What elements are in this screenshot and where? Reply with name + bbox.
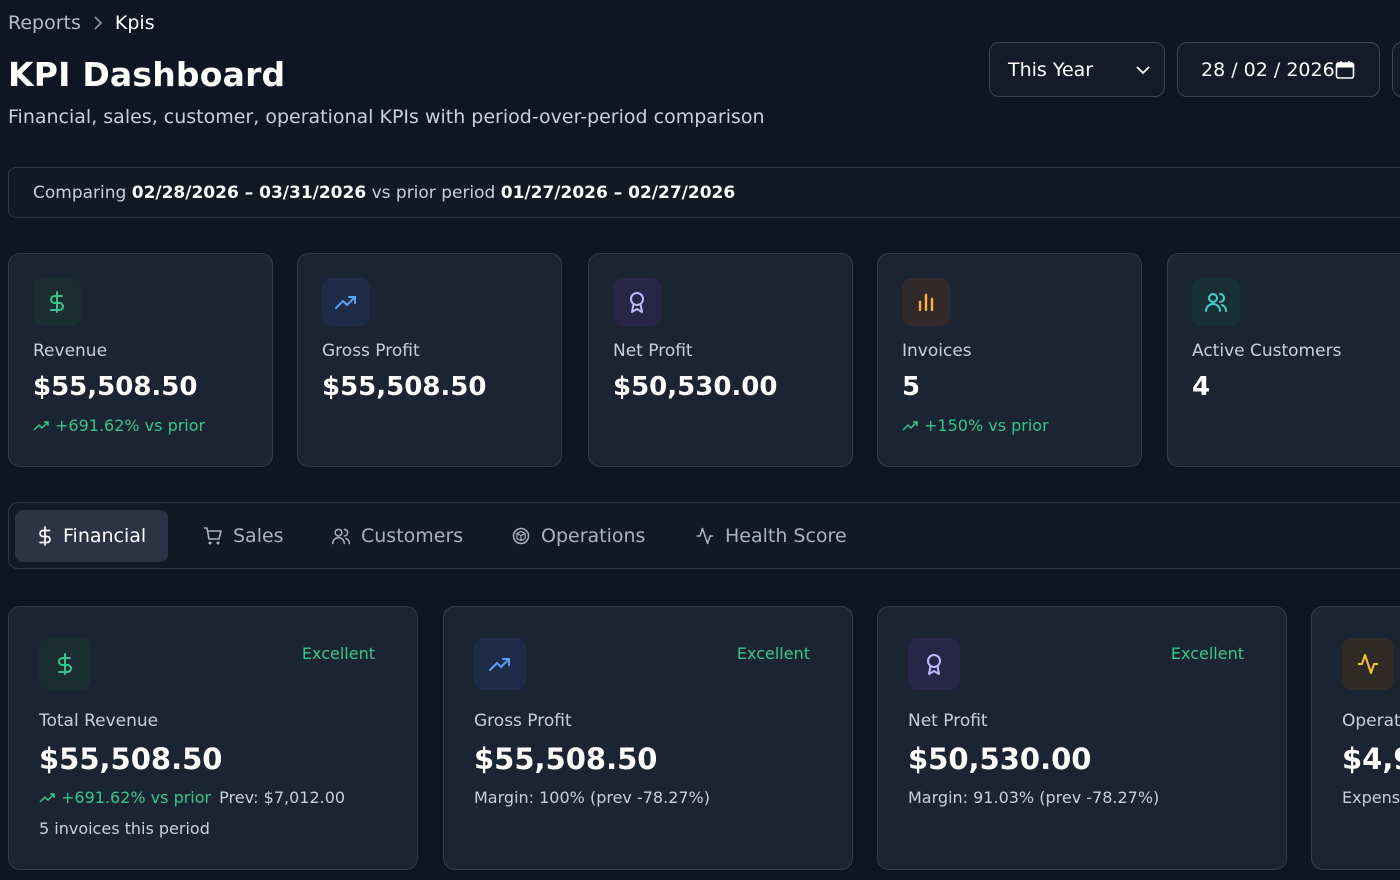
breadcrumb-current: Kpis xyxy=(114,12,155,34)
detail-card-note: 5 invoices this period xyxy=(39,819,210,838)
detail-card-meta: +691.62% vs prior Prev: $7,012.00 xyxy=(39,788,345,807)
kpi-tab-bar: Financial Sales Customers Operations Hea… xyxy=(8,502,1400,569)
trending-up-icon xyxy=(39,792,55,804)
cart-icon xyxy=(203,526,223,546)
detail-card-gross-profit: Excellent Gross Profit $55,508.50 Margin… xyxy=(443,606,853,870)
summary-card-revenue: Revenue $55,508.50 +691.62% vs prior xyxy=(8,253,273,467)
chevron-right-icon xyxy=(93,16,103,30)
period-select-value: This Year xyxy=(1008,58,1094,81)
summary-card-active-customers: Active Customers 4 xyxy=(1167,253,1400,467)
summary-card-delta-text: +150% vs prior xyxy=(924,416,1049,435)
box-icon xyxy=(511,526,531,546)
rating-badge: Excellent xyxy=(301,644,375,663)
calendar-icon[interactable] xyxy=(1335,60,1355,80)
breadcrumb-reports-link[interactable]: Reports xyxy=(8,12,81,34)
summary-card-value: $50,530.00 xyxy=(613,372,778,402)
tab-label: Sales xyxy=(233,525,284,547)
tab-label: Financial xyxy=(63,525,147,547)
rating-badge: Excellent xyxy=(1170,644,1244,663)
comparison-banner: Comparing 02/28/2026 – 03/31/2026 vs pri… xyxy=(8,167,1400,218)
comparison-prior-range: 01/27/2026 – 02/27/2026 xyxy=(500,182,736,203)
breadcrumb: Reports Kpis xyxy=(8,12,155,34)
comparison-current-range: 02/28/2026 – 03/31/2026 xyxy=(131,182,367,203)
detail-card-value: $55,508.50 xyxy=(39,742,223,776)
trending-up-icon xyxy=(474,638,526,690)
detail-card-delta-text: +691.62% vs prior xyxy=(61,788,212,807)
detail-card-value: $50,530.00 xyxy=(908,742,1092,776)
detail-card-value: $55,508.50 xyxy=(474,742,658,776)
tab-operations[interactable]: Operations xyxy=(489,510,667,562)
summary-card-label: Net Profit xyxy=(613,341,693,361)
period-select[interactable]: This Year xyxy=(989,42,1165,97)
dollar-icon xyxy=(33,278,81,326)
users-icon xyxy=(331,526,351,546)
tab-label: Customers xyxy=(361,525,464,547)
summary-card-invoices: Invoices 5 +150% vs prior xyxy=(877,253,1142,467)
date-input[interactable]: 28 / 02 / 2026 xyxy=(1177,42,1380,97)
activity-icon xyxy=(1342,638,1394,690)
trending-up-icon xyxy=(33,420,49,432)
date-input-value: 28 / 02 / 2026 xyxy=(1201,58,1335,81)
summary-card-value: $55,508.50 xyxy=(33,372,198,402)
bar-chart-icon xyxy=(902,278,950,326)
summary-card-value: 4 xyxy=(1192,372,1211,402)
award-icon xyxy=(908,638,960,690)
tab-financial[interactable]: Financial xyxy=(15,510,169,562)
detail-card-total-revenue: Excellent Total Revenue $55,508.50 +691.… xyxy=(8,606,418,870)
activity-icon xyxy=(695,526,715,546)
tab-label: Operations xyxy=(541,525,646,547)
summary-card-delta: +150% vs prior xyxy=(902,416,1049,435)
tab-health-score[interactable]: Health Score xyxy=(673,510,869,562)
summary-card-value: $55,508.50 xyxy=(322,372,487,402)
detail-card-label: Operati xyxy=(1342,711,1400,731)
summary-card-value: 5 xyxy=(902,372,921,402)
detail-card-margin: Expens xyxy=(1342,788,1400,807)
summary-card-delta: +691.62% vs prior xyxy=(33,416,205,435)
comparison-middle: vs prior period xyxy=(371,182,496,203)
detail-card-value: $4,9 xyxy=(1342,742,1400,776)
detail-card-margin: Margin: 91.03% (prev -78.27%) xyxy=(908,788,1160,807)
comparison-prefix: Comparing xyxy=(33,182,127,203)
tab-customers[interactable]: Customers xyxy=(309,510,485,562)
kpi-dashboard-page: Reports Kpis KPI Dashboard Financial, sa… xyxy=(0,0,1400,880)
award-icon xyxy=(613,278,661,326)
chevron-down-icon xyxy=(1136,65,1150,75)
trending-up-icon xyxy=(902,420,918,432)
page-subtitle: Financial, sales, customer, operational … xyxy=(8,106,765,128)
detail-card-label: Total Revenue xyxy=(39,711,159,731)
detail-card-operating-expenses: Operati $4,9 Expens xyxy=(1311,606,1400,870)
page-title: KPI Dashboard xyxy=(8,55,286,94)
summary-card-label: Revenue xyxy=(33,341,108,361)
summary-card-net-profit: Net Profit $50,530.00 xyxy=(588,253,853,467)
users-icon xyxy=(1192,278,1240,326)
summary-card-label: Gross Profit xyxy=(322,341,420,361)
detail-card-prev: Prev: $7,012.00 xyxy=(219,788,346,807)
detail-card-label: Gross Profit xyxy=(474,711,572,731)
toolbar-extra-button[interactable] xyxy=(1392,42,1400,97)
rating-badge: Excellent xyxy=(736,644,810,663)
dollar-icon xyxy=(37,526,53,546)
detail-card-label: Net Profit xyxy=(908,711,988,731)
summary-card-delta-text: +691.62% vs prior xyxy=(55,416,206,435)
summary-card-label: Invoices xyxy=(902,341,972,361)
detail-card-delta: +691.62% vs prior xyxy=(39,788,211,807)
summary-card-label: Active Customers xyxy=(1192,341,1342,361)
trending-up-icon xyxy=(322,278,370,326)
detail-card-net-profit: Excellent Net Profit $50,530.00 Margin: … xyxy=(877,606,1287,870)
detail-card-margin: Margin: 100% (prev -78.27%) xyxy=(474,788,710,807)
summary-card-gross-profit: Gross Profit $55,508.50 xyxy=(297,253,562,467)
tab-label: Health Score xyxy=(725,525,847,547)
dollar-icon xyxy=(39,638,91,690)
tab-sales[interactable]: Sales xyxy=(181,510,306,562)
